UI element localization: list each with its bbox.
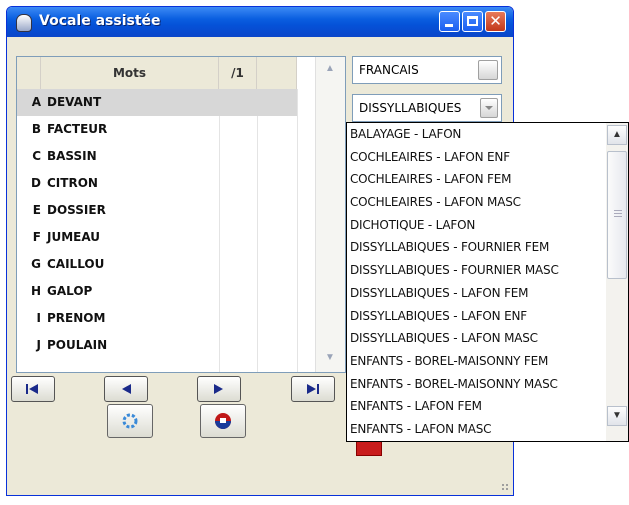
dropdown-option[interactable]: BALAYAGE - LAFON (347, 123, 605, 146)
first-icon (26, 384, 38, 394)
dropdown-option[interactable]: ENFANTS - BOREL-MAISONNY MASC (347, 373, 605, 396)
maximize-button[interactable] (462, 11, 483, 32)
dropdown-option[interactable]: ENFANTS - LAFON MASC (347, 418, 605, 441)
close-button[interactable]: ✕ (485, 11, 506, 32)
scroll-down-icon[interactable]: ▼ (321, 349, 339, 367)
flag-icon (215, 413, 231, 429)
column-divider (297, 89, 298, 372)
table-row[interactable]: E DOSSIER (17, 197, 297, 224)
table-row[interactable]: J POULAIN (17, 332, 297, 359)
minimize-icon (445, 24, 453, 27)
next-button[interactable] (197, 376, 241, 402)
dropdown-scrollbar[interactable]: ▲ ▼ (606, 123, 628, 441)
table-row[interactable]: F JUMEAU (17, 224, 297, 251)
minimize-button[interactable] (439, 11, 460, 32)
table-row[interactable]: C BASSIN (17, 143, 297, 170)
row-word: CAILLOU (47, 257, 105, 271)
app-icon (16, 14, 32, 32)
last-icon (307, 384, 319, 394)
table-row[interactable]: G CAILLOU (17, 251, 297, 278)
row-letter: G (31, 257, 41, 271)
language-dropdown-button[interactable] (478, 60, 498, 80)
previous-icon (122, 384, 131, 394)
row-letter: B (31, 122, 41, 136)
dropdown-option[interactable]: ENFANTS - BOREL-MAISONNY FEM (347, 350, 605, 373)
table-scrollbar[interactable]: ▲ ▼ (315, 57, 345, 372)
language-select[interactable]: FRANCAIS (352, 56, 502, 84)
table-row[interactable]: H GALOP (17, 278, 297, 305)
row-word: CITRON (47, 176, 98, 190)
language-value: FRANCAIS (359, 63, 419, 77)
window-title: Vocale assistée (39, 13, 161, 29)
row-word: FACTEUR (47, 122, 108, 136)
close-icon: ✕ (489, 12, 502, 30)
row-letter: E (32, 203, 41, 217)
row-word: PRENOM (47, 311, 106, 325)
last-button[interactable] (291, 376, 335, 402)
row-word: GALOP (47, 284, 93, 298)
dropdown-option[interactable]: ENFANTS - LAFON FEM (347, 395, 605, 418)
resize-grip[interactable] (501, 483, 509, 491)
maximize-icon (467, 16, 478, 26)
row-word: BASSIN (47, 149, 97, 163)
row-letter: F (32, 230, 41, 244)
row-word: JUMEAU (47, 230, 101, 244)
scroll-down-icon[interactable]: ▼ (607, 406, 627, 426)
dropdown-option[interactable]: DISSYLLABIQUES - FOURNIER FEM (347, 236, 605, 259)
table-row[interactable]: A DEVANT (17, 89, 297, 116)
refresh-icon (122, 413, 138, 429)
row-word: POULAIN (47, 338, 108, 352)
list-dropdown-button[interactable] (480, 98, 498, 118)
chevron-down-icon (485, 106, 493, 110)
table-row[interactable]: D CITRON (17, 170, 297, 197)
dropdown-option[interactable]: DISSYLLABIQUES - LAFON FEM (347, 282, 605, 305)
word-table: Mots /1 A DEVANT B FACTEUR C BASSIN D CITRON E DO… (16, 56, 346, 373)
row-letter: J (36, 338, 41, 352)
row-letter: A (31, 95, 41, 109)
header-index (17, 57, 41, 89)
flag-button[interactable] (200, 404, 246, 438)
dropdown-option[interactable]: COCHLEAIRES - LAFON MASC (347, 191, 605, 214)
row-word: DEVANT (47, 95, 102, 109)
dropdown-option[interactable]: COCHLEAIRES - LAFON ENF (347, 146, 605, 169)
list-select[interactable]: DISSYLLABIQUES (352, 94, 502, 122)
scroll-thumb[interactable] (607, 151, 627, 279)
refresh-button[interactable] (107, 404, 153, 438)
header-score: /1 (219, 57, 257, 89)
header-mots: Mots (41, 57, 219, 89)
dropdown-option[interactable]: DISSYLLABIQUES - FOURNIER MASC (347, 259, 605, 282)
row-word: DOSSIER (47, 203, 106, 217)
dropdown-option[interactable]: DISSYLLABIQUES - LAFON ENF (347, 305, 605, 328)
table-row[interactable]: B FACTEUR (17, 116, 297, 143)
scroll-up-icon[interactable]: ▲ (607, 125, 627, 145)
previous-button[interactable] (104, 376, 148, 402)
grip-icon (614, 210, 622, 217)
dropdown-option[interactable]: COCHLEAIRES - LAFON FEM (347, 168, 605, 191)
row-letter: C (32, 149, 41, 163)
header-extra (257, 57, 297, 89)
list-dropdown[interactable]: BALAYAGE - LAFON COCHLEAIRES - LAFON ENF C… (346, 122, 629, 442)
dropdown-option[interactable]: DICHOTIQUE - LAFON (347, 214, 605, 237)
row-letter: I (36, 311, 41, 325)
list-value: DISSYLLABIQUES (359, 101, 462, 115)
table-header: Mots /1 (17, 57, 297, 90)
dropdown-option[interactable]: DISSYLLABIQUES - LAFON MASC (347, 327, 605, 350)
first-button[interactable] (11, 376, 55, 402)
scroll-up-icon[interactable]: ▲ (321, 60, 339, 78)
row-letter: H (30, 284, 41, 298)
table-row[interactable]: I PRENOM (17, 305, 297, 332)
title-bar[interactable]: Vocale assistée ✕ (7, 7, 513, 37)
row-letter: D (31, 176, 41, 190)
next-icon (214, 384, 223, 394)
